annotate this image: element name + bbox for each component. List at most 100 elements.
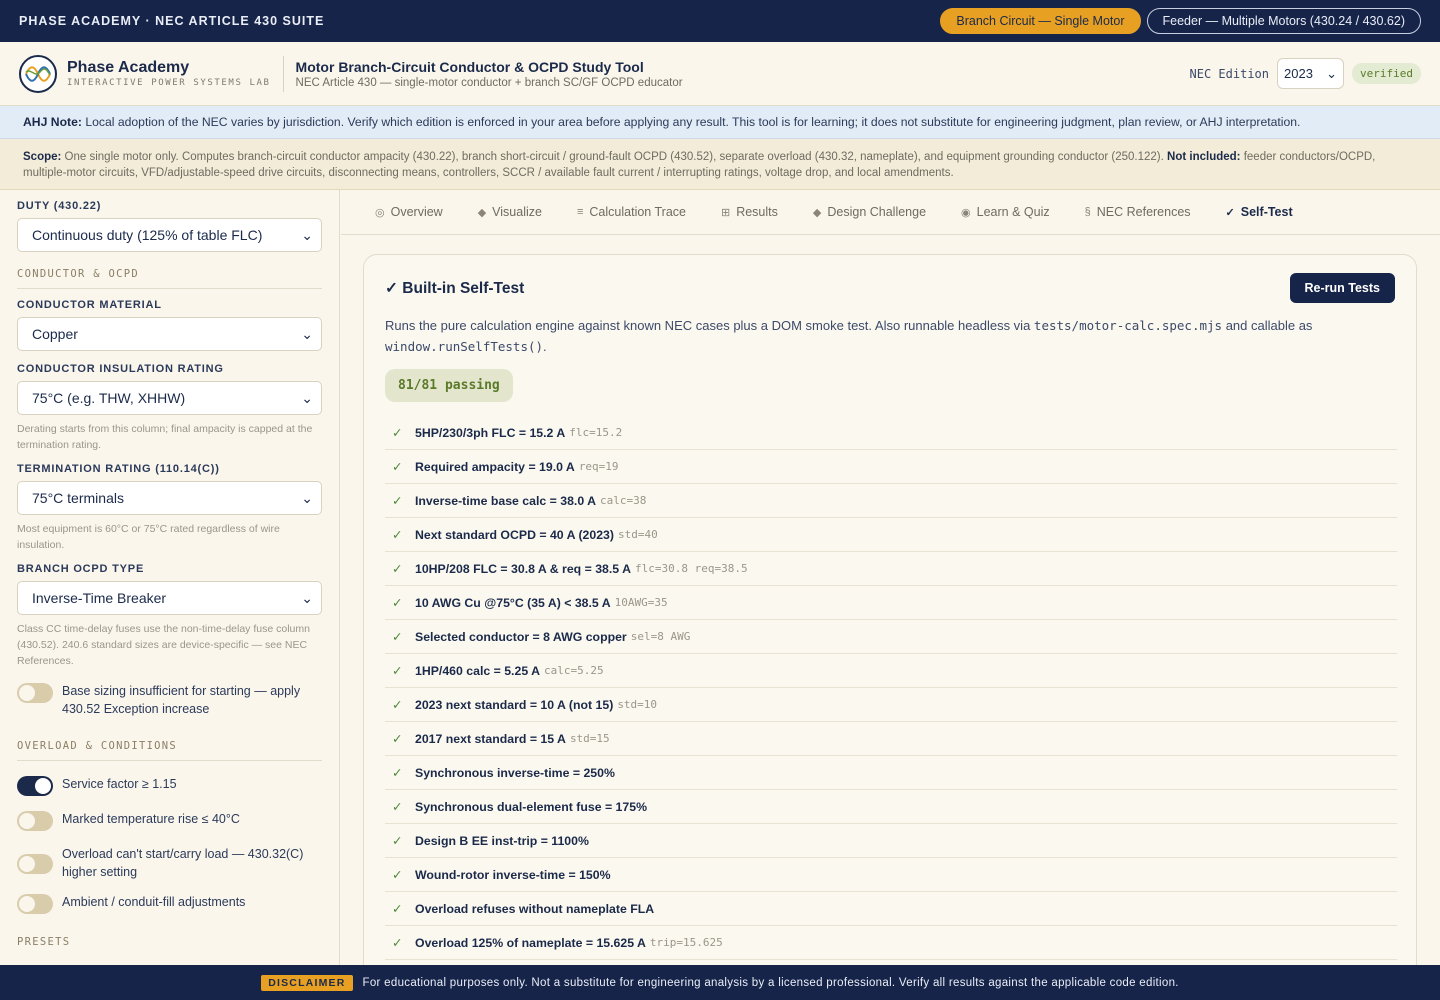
insulation-rating-select[interactable]: 75°C (e.g. THW, XHHW) ⌄ bbox=[17, 381, 322, 415]
ambient-adjustments-toggle[interactable] bbox=[17, 894, 53, 914]
chevron-down-icon: ⌄ bbox=[1326, 65, 1338, 81]
service-factor-toggle[interactable] bbox=[17, 776, 53, 796]
tab-visualize[interactable]: ◆ Visualize bbox=[478, 205, 542, 219]
tab-learn-quiz[interactable]: ◉ Learn & Quiz bbox=[961, 205, 1050, 219]
nec-edition-label: NEC Edition bbox=[1189, 66, 1270, 81]
desc-text: Runs the pure calculation engine against… bbox=[385, 318, 1031, 333]
duty-label: DUTY (430.22) bbox=[17, 200, 102, 212]
grid-icon: ⊞ bbox=[720, 206, 731, 219]
test-row: ✓ Inverse-time base calc = 38.0 Acalc=38 bbox=[385, 484, 1397, 518]
tab-design-challenge[interactable]: ◆ Design Challenge bbox=[813, 205, 926, 219]
check-icon: ✓ bbox=[392, 425, 403, 440]
conductor-material-select[interactable]: Copper ⌄ bbox=[17, 317, 322, 351]
toggle-row: Marked temperature rise ≤ 40°C bbox=[17, 810, 322, 831]
test-value: req=19 bbox=[578, 460, 619, 473]
diamond-icon: ◆ bbox=[477, 206, 487, 219]
test-row: ✓ 2017 next standard = 15 Astd=15 bbox=[385, 722, 1397, 756]
material-value: Copper bbox=[32, 326, 78, 342]
termination-help: Most equipment is 60°C or 75°C rated reg… bbox=[17, 523, 280, 551]
verified-badge: verified bbox=[1352, 63, 1421, 84]
test-value: flc=30.8 req=38.5 bbox=[634, 562, 748, 575]
test-name: Synchronous inverse-time = 250% bbox=[415, 765, 615, 780]
not-included-label: Not included: bbox=[1167, 151, 1241, 163]
page-title: Motor Branch-Circuit Conductor & OCPD St… bbox=[295, 58, 644, 75]
check-icon: ✓ bbox=[392, 867, 403, 882]
check-icon: ✓ bbox=[392, 799, 403, 814]
test-name: 1HP/460 calc = 5.25 A bbox=[415, 663, 540, 678]
tab-results[interactable]: ⊞ Results bbox=[721, 205, 778, 219]
test-value: trip=15.625 bbox=[649, 936, 723, 949]
test-row: ✓ Synchronous dual-element fuse = 175% bbox=[385, 790, 1397, 824]
scope-banner: Scope: One single motor only. Computes b… bbox=[0, 139, 1440, 190]
test-row: ✓ Next standard OCPD = 40 A (2023) std=40 bbox=[385, 518, 1397, 552]
ocpd-type-select[interactable]: Inverse-Time Breaker ⌄ bbox=[17, 581, 322, 615]
test-row: ✓ Synchronous inverse-time = 250% bbox=[385, 756, 1397, 790]
test-value: std=40 bbox=[617, 528, 658, 541]
check-icon: ✓ bbox=[392, 833, 403, 848]
main-panel: ✓ Built-in Self-Test Re-run Tests Runs t… bbox=[341, 235, 1440, 1000]
tab-label: Self-Test bbox=[1240, 205, 1293, 219]
check-icon: ✓ bbox=[392, 935, 403, 950]
nec-edition-value: 2023 bbox=[1284, 66, 1313, 81]
ocpd-type-value: Inverse-Time Breaker bbox=[32, 590, 167, 606]
nec-edition-select[interactable]: 2023 ⌄ bbox=[1277, 58, 1345, 89]
test-name: 2023 next standard = 10 A (not 15) bbox=[415, 697, 614, 712]
tab-self-test[interactable]: ✓ Self-Test bbox=[1226, 205, 1293, 219]
self-test-title: ✓ Built-in Self-Test bbox=[385, 279, 525, 297]
top-bar: PHASE ACADEMY · NEC ARTICLE 430 SUITE Br… bbox=[0, 0, 1440, 42]
termination-value: 75°C terminals bbox=[32, 490, 124, 506]
test-name: Inverse-time base calc = 38.0 A bbox=[415, 493, 597, 508]
duty-select[interactable]: Continuous duty (125% of table FLC) ⌄ bbox=[17, 218, 322, 252]
test-row: ✓ Overload refuses without nameplate FLA bbox=[385, 892, 1397, 926]
mode-branch-circuit-button[interactable]: Branch Circuit — Single Motor bbox=[940, 8, 1141, 34]
insulation-help: Derating starts from this column; final … bbox=[17, 423, 313, 451]
test-name: Design B EE inst-trip = 1100% bbox=[415, 833, 589, 848]
check-icon: ✓ bbox=[392, 663, 403, 678]
toggle-row: Overload can't start/carry load — 430.32… bbox=[17, 845, 322, 881]
check-icon: ✓ bbox=[392, 765, 403, 780]
overload-higher-setting-label: Overload can't start/carry load — 430.32… bbox=[62, 847, 304, 879]
test-value: flc=15.2 bbox=[569, 426, 623, 439]
exception-toggle-row: Base sizing insufficient for starting — … bbox=[17, 682, 322, 718]
overload-higher-setting-toggle[interactable] bbox=[17, 854, 53, 874]
list-icon: ≡ bbox=[576, 206, 584, 218]
chevron-down-icon: ⌄ bbox=[301, 589, 313, 606]
tab-calculation-trace[interactable]: ≡ Calculation Trace bbox=[577, 205, 686, 219]
tab-label: Design Challenge bbox=[827, 205, 927, 219]
check-icon: ✓ bbox=[392, 493, 403, 508]
test-row: ✓ Overload 125% of nameplate = 15.625 Atr… bbox=[385, 926, 1397, 960]
rerun-tests-button[interactable]: Re-run Tests bbox=[1289, 273, 1395, 303]
tab-label: Visualize bbox=[492, 205, 542, 219]
termination-label: TERMINATION RATING (110.14(C)) bbox=[17, 463, 220, 475]
test-value: std=10 bbox=[617, 698, 658, 711]
desc-text: and callable as bbox=[1225, 318, 1313, 333]
chevron-down-icon: ⌄ bbox=[301, 389, 313, 406]
self-test-card: ✓ Built-in Self-Test Re-run Tests Runs t… bbox=[363, 254, 1417, 1000]
insulation-label: CONDUCTOR INSULATION RATING bbox=[17, 363, 224, 375]
test-row: ✓ 5HP/230/3ph FLC = 15.2 Aflc=15.2 bbox=[385, 416, 1397, 450]
toggle-row: Service factor ≥ 1.15 bbox=[17, 775, 322, 796]
test-value: calc=5.25 bbox=[544, 664, 604, 677]
mode-feeder-button[interactable]: Feeder — Multiple Motors (430.24 / 430.6… bbox=[1146, 8, 1421, 34]
test-row: ✓ Design B EE inst-trip = 1100% bbox=[385, 824, 1397, 858]
tab-label: Overview bbox=[390, 205, 443, 219]
mode-switcher: Branch Circuit — Single Motor Feeder — M… bbox=[940, 8, 1421, 34]
test-row: ✓ Wound-rotor inverse-time = 150% bbox=[385, 858, 1397, 892]
temperature-rise-toggle[interactable] bbox=[17, 811, 53, 831]
ahj-note-banner: AHJ Note: Local adoption of the NEC vari… bbox=[0, 106, 1440, 139]
material-label: CONDUCTOR MATERIAL bbox=[17, 299, 162, 311]
test-name: Selected conductor = 8 AWG copper bbox=[415, 629, 627, 644]
inputs-sidebar: DUTY (430.22) Continuous duty (125% of t… bbox=[0, 190, 340, 965]
checkmark-icon: ✓ bbox=[1225, 206, 1235, 219]
check-icon: ✓ bbox=[392, 731, 403, 746]
tab-nec-references[interactable]: § NEC References bbox=[1085, 205, 1191, 219]
test-value: calc=38 bbox=[600, 494, 647, 507]
test-name: Next standard OCPD = 40 A (2023) bbox=[415, 527, 614, 542]
scope-text: One single motor only. Computes branch-c… bbox=[64, 151, 1164, 163]
tab-overview[interactable]: ◎ Overview bbox=[375, 205, 443, 219]
termination-rating-select[interactable]: 75°C terminals ⌄ bbox=[17, 481, 322, 515]
check-icon: ✓ bbox=[392, 527, 403, 542]
exception-toggle[interactable] bbox=[17, 683, 53, 703]
section-sign-icon: § bbox=[1084, 206, 1091, 218]
header-divider bbox=[282, 55, 284, 92]
